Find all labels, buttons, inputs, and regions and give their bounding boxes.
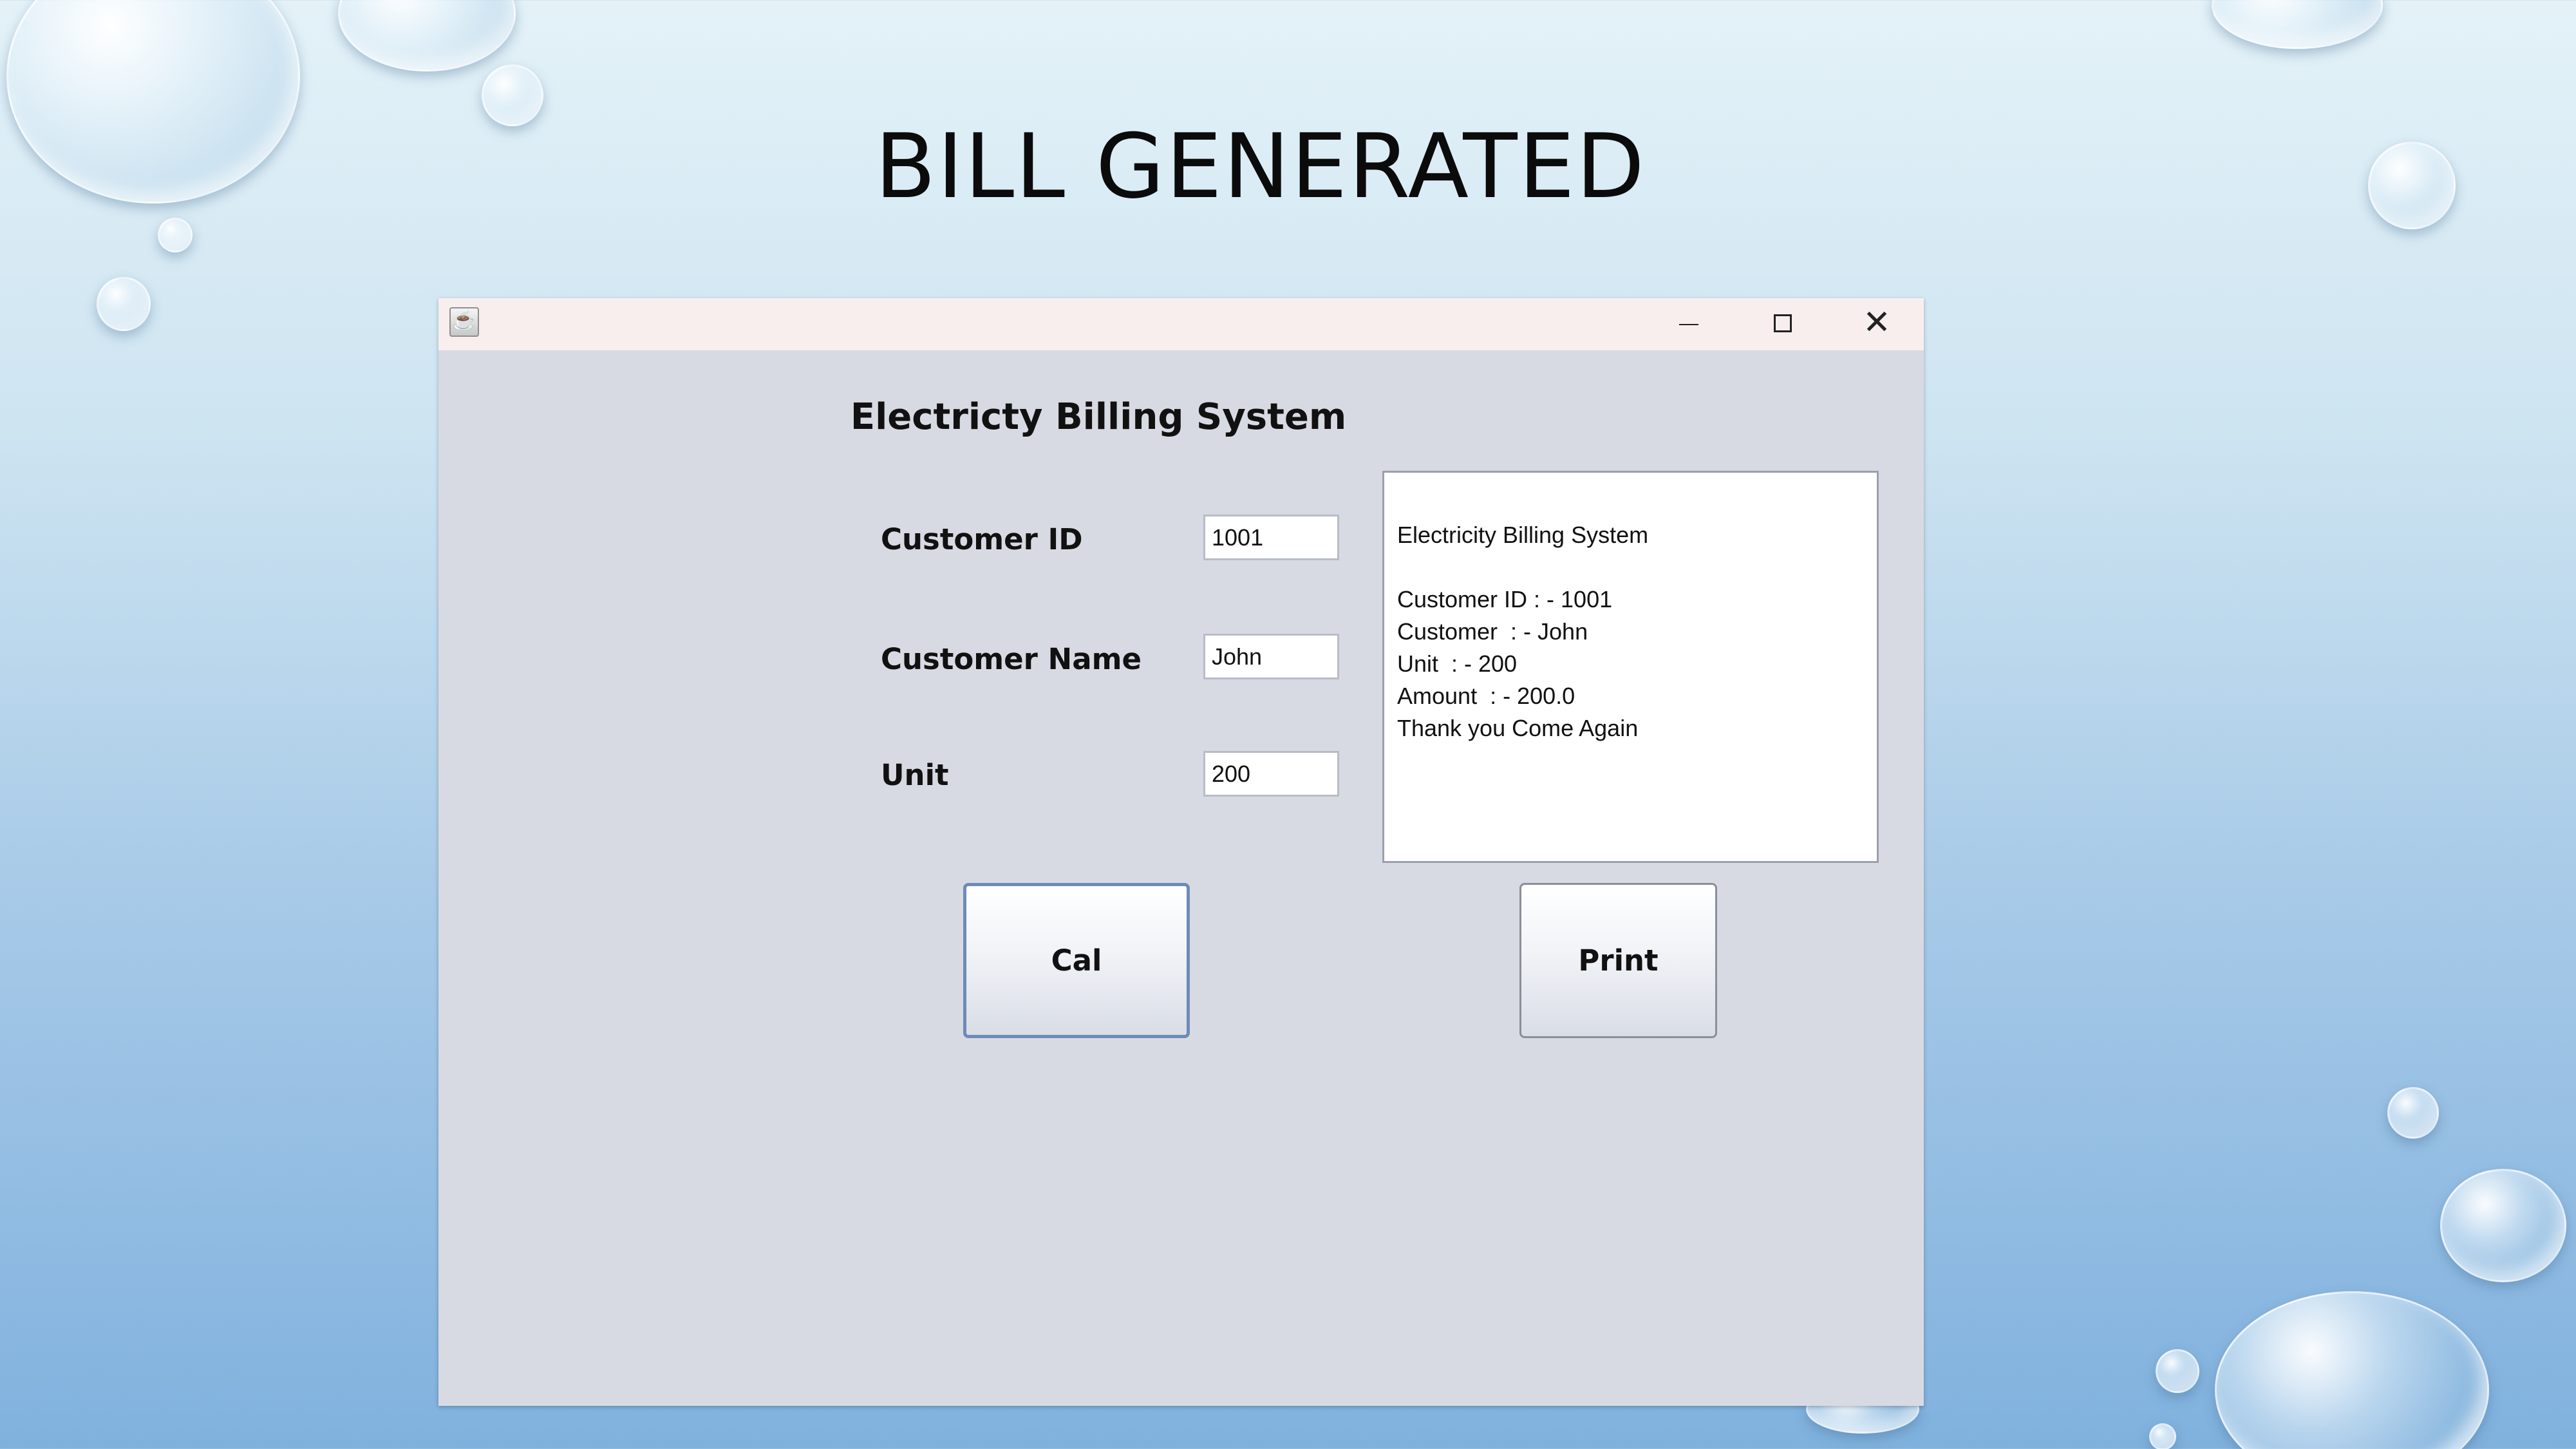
decorative-bubble bbox=[2215, 1291, 2489, 1449]
app-heading: Electricty Billing System bbox=[850, 396, 1347, 438]
decorative-bubble bbox=[2156, 1349, 2199, 1393]
decorative-bubble bbox=[2149, 1423, 2176, 1449]
minimize-icon bbox=[1679, 324, 1698, 325]
print-button[interactable]: Print bbox=[1519, 883, 1717, 1038]
decorative-bubble bbox=[338, 0, 516, 71]
bill-line: Amount : - 200.0 bbox=[1397, 683, 1575, 709]
customer-name-input[interactable] bbox=[1203, 634, 1339, 679]
unit-label: Unit bbox=[881, 758, 949, 792]
decorative-bubble bbox=[2440, 1169, 2566, 1282]
customer-name-label: Customer Name bbox=[881, 642, 1142, 676]
customer-id-input[interactable] bbox=[1203, 515, 1339, 560]
decorative-bubble bbox=[158, 218, 193, 252]
customer-id-label: Customer ID bbox=[881, 522, 1083, 556]
close-icon: ✕ bbox=[1863, 303, 1891, 342]
decorative-bubble bbox=[2212, 0, 2383, 49]
maximize-button[interactable] bbox=[1736, 298, 1830, 350]
bill-line: Thank you Come Again bbox=[1397, 715, 1639, 741]
slide-title: BILL GENERATED bbox=[874, 115, 1646, 218]
app-window: ☕ ✕ Electricty Billing System Customer I… bbox=[438, 298, 1924, 1406]
bill-textarea[interactable]: Electricity Billing System Customer ID :… bbox=[1382, 471, 1879, 863]
bill-line: Unit : - 200 bbox=[1397, 650, 1518, 677]
close-button[interactable]: ✕ bbox=[1830, 298, 1924, 350]
bill-line: Customer : - John bbox=[1397, 618, 1588, 645]
maximize-icon bbox=[1774, 314, 1792, 332]
bill-line: Customer ID : - 1001 bbox=[1397, 586, 1613, 612]
window-titlebar[interactable]: ☕ ✕ bbox=[438, 298, 1924, 350]
unit-input[interactable] bbox=[1203, 751, 1339, 797]
bill-line: Electricity Billing System bbox=[1397, 522, 1649, 548]
decorative-bubble bbox=[2387, 1087, 2439, 1139]
cal-button[interactable]: Cal bbox=[963, 883, 1190, 1038]
bill-line bbox=[1397, 551, 1864, 583]
decorative-bubble bbox=[97, 277, 151, 331]
java-cup-icon[interactable]: ☕ bbox=[449, 307, 479, 337]
minimize-button[interactable] bbox=[1642, 298, 1736, 350]
